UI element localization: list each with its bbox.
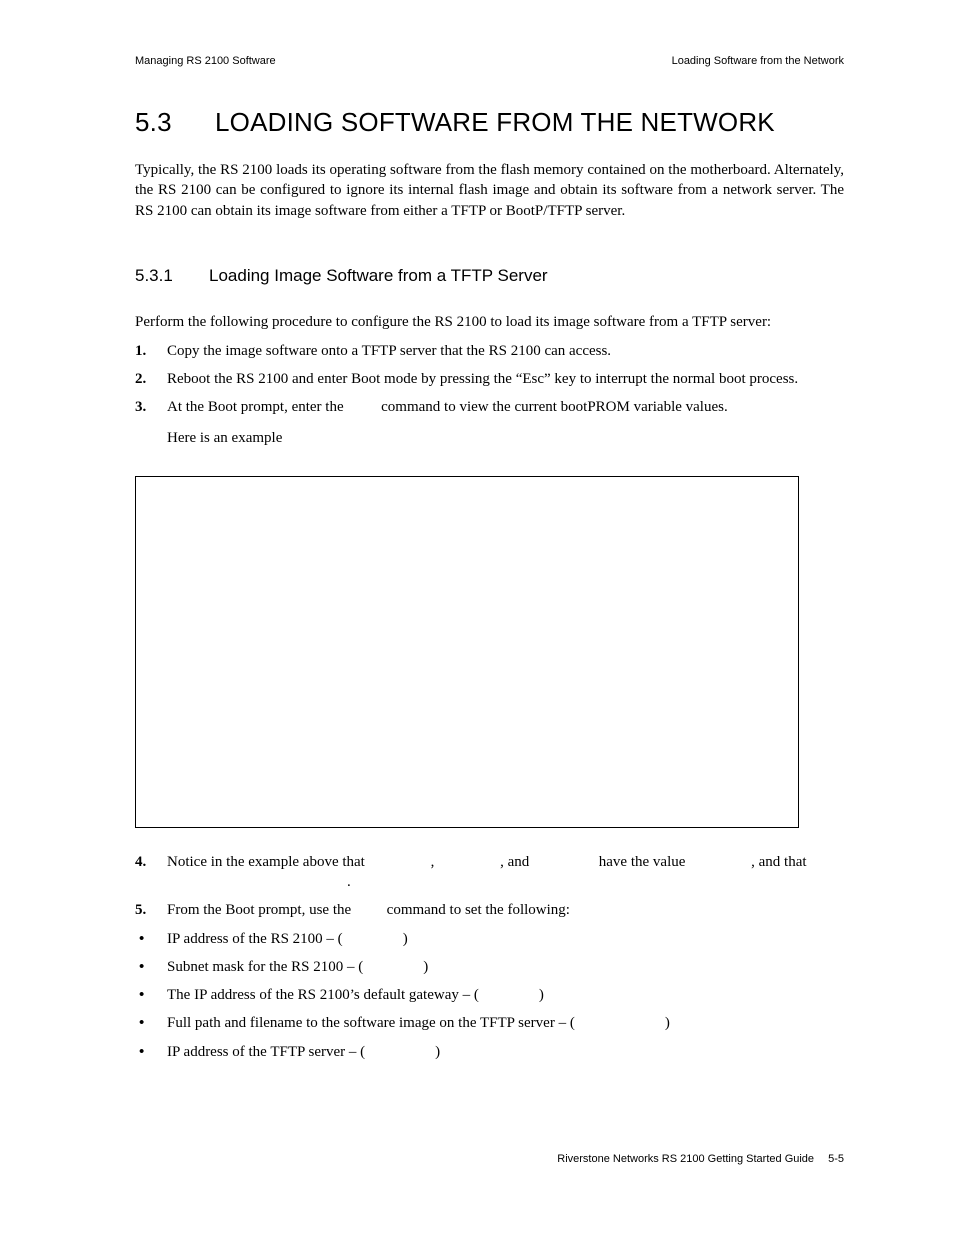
list-item: 4. Notice in the example above that , , …: [135, 852, 844, 893]
page-footer: Riverstone Networks RS 2100 Getting Star…: [557, 1153, 844, 1165]
text-fragment: From the Boot prompt, use the: [167, 902, 355, 918]
item-number: 5.: [135, 900, 167, 920]
lead-paragraph: Perform the following procedure to confi…: [135, 314, 844, 331]
item-number: 3.: [135, 397, 167, 448]
bullet-icon: •: [135, 1013, 167, 1033]
item-number: 1.: [135, 341, 167, 361]
text-fragment: IP address of the RS 2100 – (: [167, 931, 343, 947]
ordered-list-continued: 4. Notice in the example above that , , …: [135, 852, 844, 1062]
text-fragment: command to view the current bootPROM var…: [377, 399, 727, 415]
item-text: Reboot the RS 2100 and enter Boot mode b…: [167, 369, 844, 389]
bullet-text: The IP address of the RS 2100’s default …: [167, 985, 544, 1005]
text-fragment: ): [403, 931, 408, 947]
bullet-item: • IP address of the RS 2100 – (): [135, 929, 844, 949]
bullet-text: Subnet mask for the RS 2100 – (): [167, 957, 428, 977]
intro-paragraph: Typically, the RS 2100 loads its operati…: [135, 160, 844, 221]
bullet-item: • The IP address of the RS 2100’s defaul…: [135, 985, 844, 1005]
item-text: Copy the image software onto a TFTP serv…: [167, 341, 844, 361]
text-fragment: ): [665, 1015, 670, 1031]
bullet-item: • IP address of the TFTP server – (): [135, 1042, 844, 1062]
text-fragment: .: [347, 874, 351, 890]
page: Managing RS 2100 Software Loading Softwa…: [0, 0, 954, 1062]
section-number: 5.3: [135, 107, 215, 138]
text-fragment: The IP address of the RS 2100’s default …: [167, 987, 479, 1003]
text-fragment: Full path and filename to the software i…: [167, 1015, 575, 1031]
example-code-box: [135, 476, 799, 828]
text-fragment: ,: [431, 854, 439, 870]
section-title: LOADING SOFTWARE FROM THE NETWORK: [215, 107, 775, 137]
running-header: Managing RS 2100 Software Loading Softwa…: [135, 55, 844, 67]
item-number: 2.: [135, 369, 167, 389]
header-right: Loading Software from the Network: [672, 55, 844, 67]
bullet-icon: •: [135, 957, 167, 977]
item-text: From the Boot prompt, use the command to…: [167, 900, 844, 920]
text-fragment: command to set the following:: [383, 902, 570, 918]
bullet-item: • Subnet mask for the RS 2100 – (): [135, 957, 844, 977]
text-fragment: At the Boot prompt, enter the: [167, 399, 347, 415]
text-fragment: , and: [500, 854, 533, 870]
bullet-icon: •: [135, 929, 167, 949]
item-text: Notice in the example above that , , and…: [167, 852, 844, 893]
text-fragment: have the value: [595, 854, 689, 870]
text-fragment: Notice in the example above that: [167, 854, 369, 870]
header-left: Managing RS 2100 Software: [135, 55, 276, 67]
bullet-text: IP address of the TFTP server – (): [167, 1042, 440, 1062]
bullet-text: IP address of the RS 2100 – (): [167, 929, 408, 949]
text-fragment: Subnet mask for the RS 2100 – (: [167, 959, 363, 975]
text-fragment: ): [435, 1044, 440, 1060]
item-text: At the Boot prompt, enter the command to…: [167, 397, 844, 448]
list-item: 3. At the Boot prompt, enter the command…: [135, 397, 844, 448]
ordered-list: 1. Copy the image software onto a TFTP s…: [135, 341, 844, 448]
bullet-item: • Full path and filename to the software…: [135, 1013, 844, 1033]
list-item: 1. Copy the image software onto a TFTP s…: [135, 341, 844, 361]
text-fragment: , and that: [751, 854, 806, 870]
text-fragment: ): [539, 987, 544, 1003]
text-fragment: ): [423, 959, 428, 975]
subsection-number: 5.3.1: [135, 266, 209, 286]
item-number: 4.: [135, 852, 167, 893]
bullet-icon: •: [135, 1042, 167, 1062]
bullet-icon: •: [135, 985, 167, 1005]
bullet-text: Full path and filename to the software i…: [167, 1013, 670, 1033]
subsection-title: Loading Image Software from a TFTP Serve…: [209, 266, 548, 285]
bullet-list: • IP address of the RS 2100 – () • Subne…: [135, 929, 844, 1062]
sub-paragraph: Here is an example: [167, 428, 844, 448]
list-item: 5. From the Boot prompt, use the command…: [135, 900, 844, 920]
list-item: 2. Reboot the RS 2100 and enter Boot mod…: [135, 369, 844, 389]
subsection-heading: 5.3.1Loading Image Software from a TFTP …: [135, 266, 844, 286]
section-heading: 5.3LOADING SOFTWARE FROM THE NETWORK: [135, 107, 844, 138]
text-fragment: IP address of the TFTP server – (: [167, 1044, 365, 1060]
